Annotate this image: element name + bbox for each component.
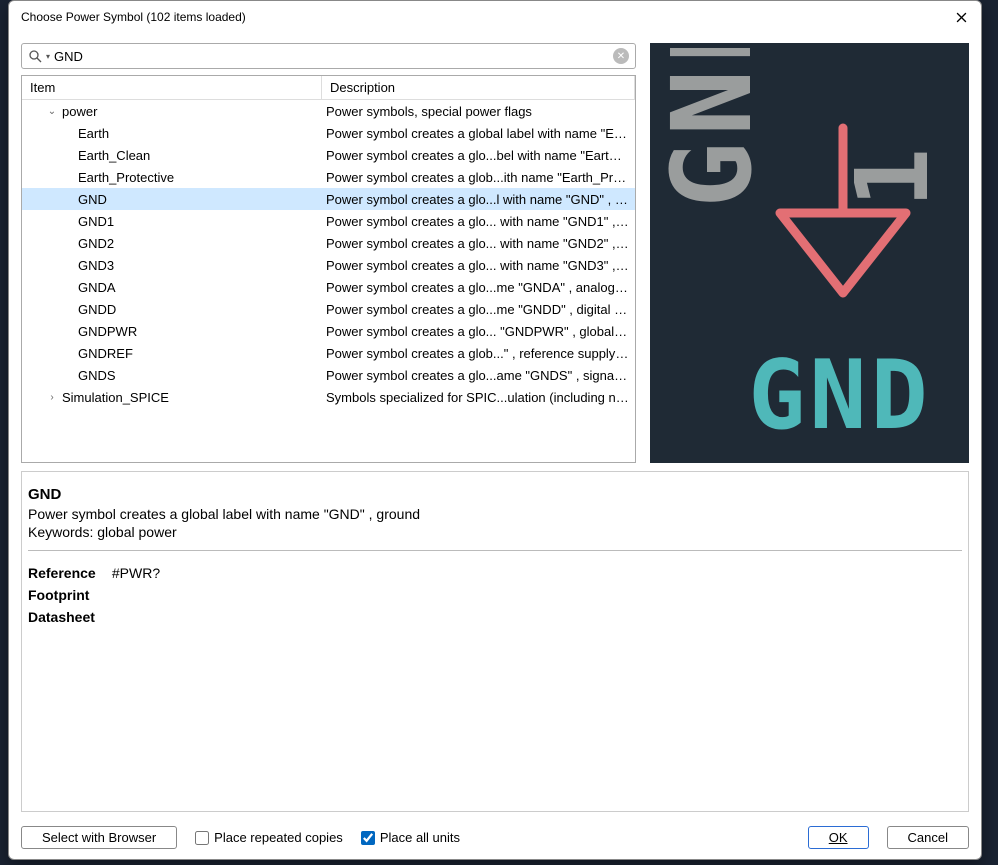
- cancel-button[interactable]: Cancel: [887, 826, 969, 849]
- tree-row[interactable]: GND Power symbol creates a glo...l with n…: [22, 188, 635, 210]
- tree-item-label: Earth_Protective: [78, 170, 174, 185]
- tree-item-description: Power symbol creates a glo...bel with na…: [322, 148, 635, 163]
- tree-row[interactable]: Earth_Clean Power symbol creates a glo...…: [22, 144, 635, 166]
- close-icon: [956, 12, 967, 23]
- chevron-right-icon[interactable]: ›: [46, 392, 58, 403]
- symbol-preview: GND 1 GND: [650, 43, 969, 463]
- close-button[interactable]: [951, 7, 971, 27]
- tree-row[interactable]: GNDPWR Power symbol creates a glo... "GND…: [22, 320, 635, 342]
- tree-item-label: GNDPWR: [78, 324, 137, 339]
- tree-item-label: Earth: [78, 126, 109, 141]
- tree-item-label: GNDD: [78, 302, 116, 317]
- tree-row[interactable]: GNDS Power symbol creates a glo...ame "GN…: [22, 364, 635, 386]
- tree-item-description: Power symbol creates a glo...l with name…: [322, 192, 635, 207]
- tree-row[interactable]: GNDA Power symbol creates a glo...me "GND…: [22, 276, 635, 298]
- tree-item-label: GND1: [78, 214, 114, 229]
- clear-search-button[interactable]: ✕: [613, 48, 629, 64]
- detail-divider: [28, 550, 962, 551]
- tree-item-description: Power symbol creates a glob...ith name "…: [322, 170, 635, 185]
- tree-item-description: Power symbol creates a glo...me "GNDA" ,…: [322, 280, 635, 295]
- tree-item-label: GND2: [78, 236, 114, 251]
- tree-row[interactable]: GND1 Power symbol creates a glo... with n…: [22, 210, 635, 232]
- tree-row[interactable]: › Simulation_SPICE Symbols specialized for…: [22, 386, 635, 408]
- titlebar: Choose Power Symbol (102 items loaded): [9, 1, 981, 33]
- tree-item-label: GNDA: [78, 280, 116, 295]
- tree-item-description: Power symbol creates a glo... with name …: [322, 214, 635, 229]
- chevron-down-icon[interactable]: ⌄: [46, 106, 58, 117]
- detail-description: Power symbol creates a global label with…: [28, 506, 962, 522]
- footprint-label: Footprint: [28, 587, 108, 603]
- tree-item-label: GNDREF: [78, 346, 133, 361]
- window-title: Choose Power Symbol (102 items loaded): [21, 10, 246, 24]
- tree-item-description: Power symbol creates a glo... with name …: [322, 258, 635, 273]
- tree-item-description: Power symbol creates a glo... with name …: [322, 236, 635, 251]
- tree-item-label: Simulation_SPICE: [62, 390, 169, 405]
- tree-item-label: Earth_Clean: [78, 148, 150, 163]
- tree-row[interactable]: ⌄ power Power symbols, special power flags: [22, 100, 635, 122]
- tree-item-description: Power symbol creates a glo... "GNDPWR" ,…: [322, 324, 635, 339]
- reference-label: Reference: [28, 565, 108, 581]
- choose-power-symbol-dialog: Choose Power Symbol (102 items loaded) ▾…: [8, 0, 982, 860]
- tree-item-description: Power symbol creates a glo...me "GNDD" ,…: [322, 302, 635, 317]
- column-item[interactable]: Item: [22, 76, 322, 99]
- detail-panel: GND Power symbol creates a global label …: [21, 471, 969, 812]
- tree-item-description: Power symbols, special power flags: [322, 104, 635, 119]
- place-repeated-checkbox[interactable]: Place repeated copies: [195, 830, 343, 845]
- tree-row[interactable]: Earth Power symbol creates a global label…: [22, 122, 635, 144]
- preview-label: GND: [748, 341, 932, 451]
- detail-title: GND: [28, 486, 962, 503]
- tree-header: Item Description: [22, 76, 635, 100]
- tree-item-label: power: [62, 104, 97, 119]
- column-description[interactable]: Description: [322, 76, 635, 99]
- tree-item-label: GND3: [78, 258, 114, 273]
- tree-row[interactable]: Earth_Protective Power symbol creates a g…: [22, 166, 635, 188]
- detail-keywords: Keywords: global power: [28, 524, 962, 540]
- tree-item-description: Power symbol creates a global label with…: [322, 126, 635, 141]
- tree-item-label: GNDS: [78, 368, 116, 383]
- search-bar: ▾ ✕: [21, 43, 636, 69]
- tree-row[interactable]: GND2 Power symbol creates a glo... with n…: [22, 232, 635, 254]
- tree-row[interactable]: GND3 Power symbol creates a glo... with n…: [22, 254, 635, 276]
- svg-text:GND: GND: [655, 48, 776, 208]
- tree-row[interactable]: GNDD Power symbol creates a glo...me "GND…: [22, 298, 635, 320]
- tree-item-description: Power symbol creates a glo...ame "GNDS" …: [322, 368, 635, 383]
- symbol-tree[interactable]: Item Description ⌄ power Power symbols, sp…: [21, 75, 636, 463]
- search-icon: [28, 49, 42, 63]
- select-with-browser-button[interactable]: Select with Browser: [21, 826, 177, 849]
- tree-item-description: Power symbol creates a glob..." , refere…: [322, 346, 635, 361]
- svg-text:1: 1: [834, 148, 951, 208]
- search-dropdown-icon[interactable]: ▾: [46, 52, 50, 61]
- reference-value: #PWR?: [112, 565, 160, 581]
- ok-button[interactable]: OK: [808, 826, 869, 849]
- tree-item-description: Symbols specialized for SPIC...ulation (…: [322, 390, 635, 405]
- datasheet-label: Datasheet: [28, 609, 108, 625]
- bottom-bar: Select with Browser Place repeated copie…: [9, 822, 981, 859]
- place-all-units-checkbox[interactable]: Place all units: [361, 830, 460, 845]
- tree-row[interactable]: GNDREF Power symbol creates a glob..." , …: [22, 342, 635, 364]
- tree-item-label: GND: [78, 192, 107, 207]
- search-input[interactable]: [54, 49, 609, 64]
